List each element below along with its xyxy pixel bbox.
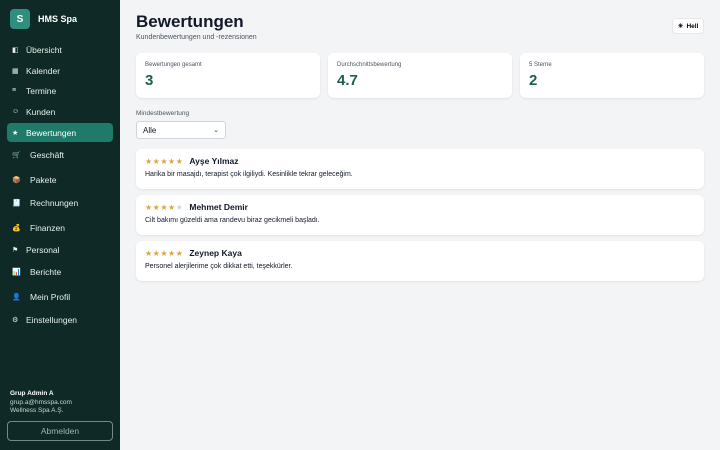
calendar-icon: ▦ xyxy=(12,67,19,75)
filled-stars-icon: ★★★★ xyxy=(145,202,176,212)
bar-chart-icon: 📊 xyxy=(12,268,21,276)
empty-stars-icon: ★ xyxy=(175,202,184,212)
reviewer-name: Mehmet Demir xyxy=(189,202,248,212)
logout-button[interactable]: Abmelden xyxy=(7,421,113,441)
user-icon: 👤 xyxy=(12,293,21,301)
sidebar-item-label: Einstellungen xyxy=(26,314,78,325)
sidebar-item-personal[interactable]: ⚑ Personal xyxy=(7,240,113,259)
user-info: Grup Admin A grup.a@hmsspa.com Wellness … xyxy=(10,390,72,416)
dashboard-icon: ◧ xyxy=(12,46,19,54)
min-rating-label: Mindestbewertung xyxy=(136,110,190,117)
sidebar-item-einstellungen[interactable]: ⚙ Einstellungen xyxy=(7,310,113,329)
sidebar-item-mein-profil[interactable]: 👤 Mein Profil xyxy=(7,287,113,306)
brand-name: HMS Spa xyxy=(38,14,78,24)
star-icon: ★ xyxy=(12,129,19,137)
sidebar-item-finanzen[interactable]: 💰 Finanzen xyxy=(7,218,113,237)
customers-icon: ☺ xyxy=(12,108,20,115)
sidebar-item-label: Rechnungen xyxy=(30,197,79,208)
user-name: Grup Admin A xyxy=(10,390,54,397)
stat-card-five-stars: 5 Sterne 2 xyxy=(520,53,704,98)
brand[interactable]: S HMS Spa xyxy=(10,9,77,29)
sidebar-item-berichte[interactable]: 📊 Berichte xyxy=(7,262,113,281)
sun-icon: ☀ xyxy=(677,23,684,30)
review-text: Personel alerjilerime çok dikkat etti, t… xyxy=(145,263,293,270)
chevron-down-icon: ⌄ xyxy=(213,127,219,134)
review-card: ★★★★★ Zeynep Kaya Personel alerjilerime … xyxy=(136,241,704,281)
filled-stars-icon: ★★★★★ xyxy=(145,156,184,166)
review-text: Harika bir masajdı, terapist çok ilgiliy… xyxy=(145,171,353,178)
sidebar-item-label: Geschäft xyxy=(30,149,65,160)
sidebar-item-label: Mein Profil xyxy=(30,291,71,302)
sidebar-item-label: Kalender xyxy=(26,65,61,76)
stat-value: 4.7 xyxy=(337,72,358,89)
page-subtitle: Kundenbewertungen und -rezensionen xyxy=(136,34,257,41)
theme-toggle-button[interactable]: ☀ Hell xyxy=(672,18,704,34)
sidebar-item-label: Übersicht xyxy=(26,44,62,55)
review-header: ★★★★★ Ayşe Yılmaz xyxy=(145,156,239,166)
sidebar-item-uebersicht[interactable]: ◧ Übersicht xyxy=(7,40,113,59)
sidebar: S HMS Spa ◧ Übersicht ▦ Kalender ≡ Termi… xyxy=(0,0,120,450)
stat-card-average: Durchschnittsbewertung 4.7 xyxy=(328,53,512,98)
money-bag-icon: 💰 xyxy=(12,224,21,232)
stat-card-total: Bewertungen gesamt 3 xyxy=(136,53,320,98)
sidebar-item-termine[interactable]: ≡ Termine xyxy=(7,81,113,100)
review-header: ★★★★★ Zeynep Kaya xyxy=(145,248,242,258)
filled-stars-icon: ★★★★★ xyxy=(145,248,184,258)
page-title: Bewertungen xyxy=(136,12,244,31)
review-card: ★★★★★ Mehmet Demir Cilt bakımı güzeldi a… xyxy=(136,195,704,235)
theme-toggle-label: Hell xyxy=(686,22,699,30)
sidebar-item-bewertungen[interactable]: ★ Bewertungen xyxy=(7,123,113,142)
review-header: ★★★★★ Mehmet Demir xyxy=(145,202,248,212)
sidebar-item-label: Bewertungen xyxy=(26,127,77,138)
review-text: Cilt bakımı güzeldi ama randevu biraz ge… xyxy=(145,217,320,224)
stat-value: 3 xyxy=(145,72,154,89)
sidebar-item-kunden[interactable]: ☺ Kunden xyxy=(7,102,113,121)
receipt-icon: 🧾 xyxy=(12,199,21,207)
stat-label: Bewertungen gesamt xyxy=(145,62,202,68)
sidebar-item-geschaeft[interactable]: 🛒 Geschäft xyxy=(7,145,113,164)
min-rating-select[interactable]: Alle ⌄ xyxy=(136,121,226,139)
list-icon: ≡ xyxy=(12,87,17,94)
main-content: Bewertungen Kundenbewertungen und -rezen… xyxy=(120,0,720,450)
sidebar-item-rechnungen[interactable]: 🧾 Rechnungen xyxy=(7,193,113,212)
sidebar-item-label: Personal xyxy=(26,244,60,255)
reviewer-name: Ayşe Yılmaz xyxy=(189,156,239,166)
star-rating: ★★★★★ xyxy=(145,157,183,166)
stat-label: 5 Sterne xyxy=(529,62,552,68)
user-email: grup.a@hmsspa.com xyxy=(10,398,72,406)
user-company: Wellness Spa A.Ş. xyxy=(10,407,64,414)
gear-icon: ⚙ xyxy=(12,316,19,324)
brand-logo: S xyxy=(10,9,30,29)
sidebar-item-label: Finanzen xyxy=(30,222,65,233)
sidebar-item-label: Termine xyxy=(26,85,57,96)
sidebar-item-kalender[interactable]: ▦ Kalender xyxy=(7,61,113,80)
min-rating-selected: Alle xyxy=(143,125,157,135)
reviewer-name: Zeynep Kaya xyxy=(189,248,242,258)
sidebar-item-label: Kunden xyxy=(26,106,56,117)
flag-icon: ⚑ xyxy=(12,246,19,254)
sidebar-item-pakete[interactable]: 📦 Pakete xyxy=(7,170,113,189)
star-rating: ★★★★★ xyxy=(145,203,183,212)
stat-label: Durchschnittsbewertung xyxy=(337,62,402,68)
star-rating: ★★★★★ xyxy=(145,249,183,258)
sidebar-item-label: Berichte xyxy=(30,266,62,277)
sidebar-item-label: Pakete xyxy=(30,174,57,185)
package-icon: 📦 xyxy=(12,176,21,184)
cart-icon: 🛒 xyxy=(12,151,21,159)
stat-value: 2 xyxy=(529,72,538,89)
review-card: ★★★★★ Ayşe Yılmaz Harika bir masajdı, te… xyxy=(136,149,704,189)
